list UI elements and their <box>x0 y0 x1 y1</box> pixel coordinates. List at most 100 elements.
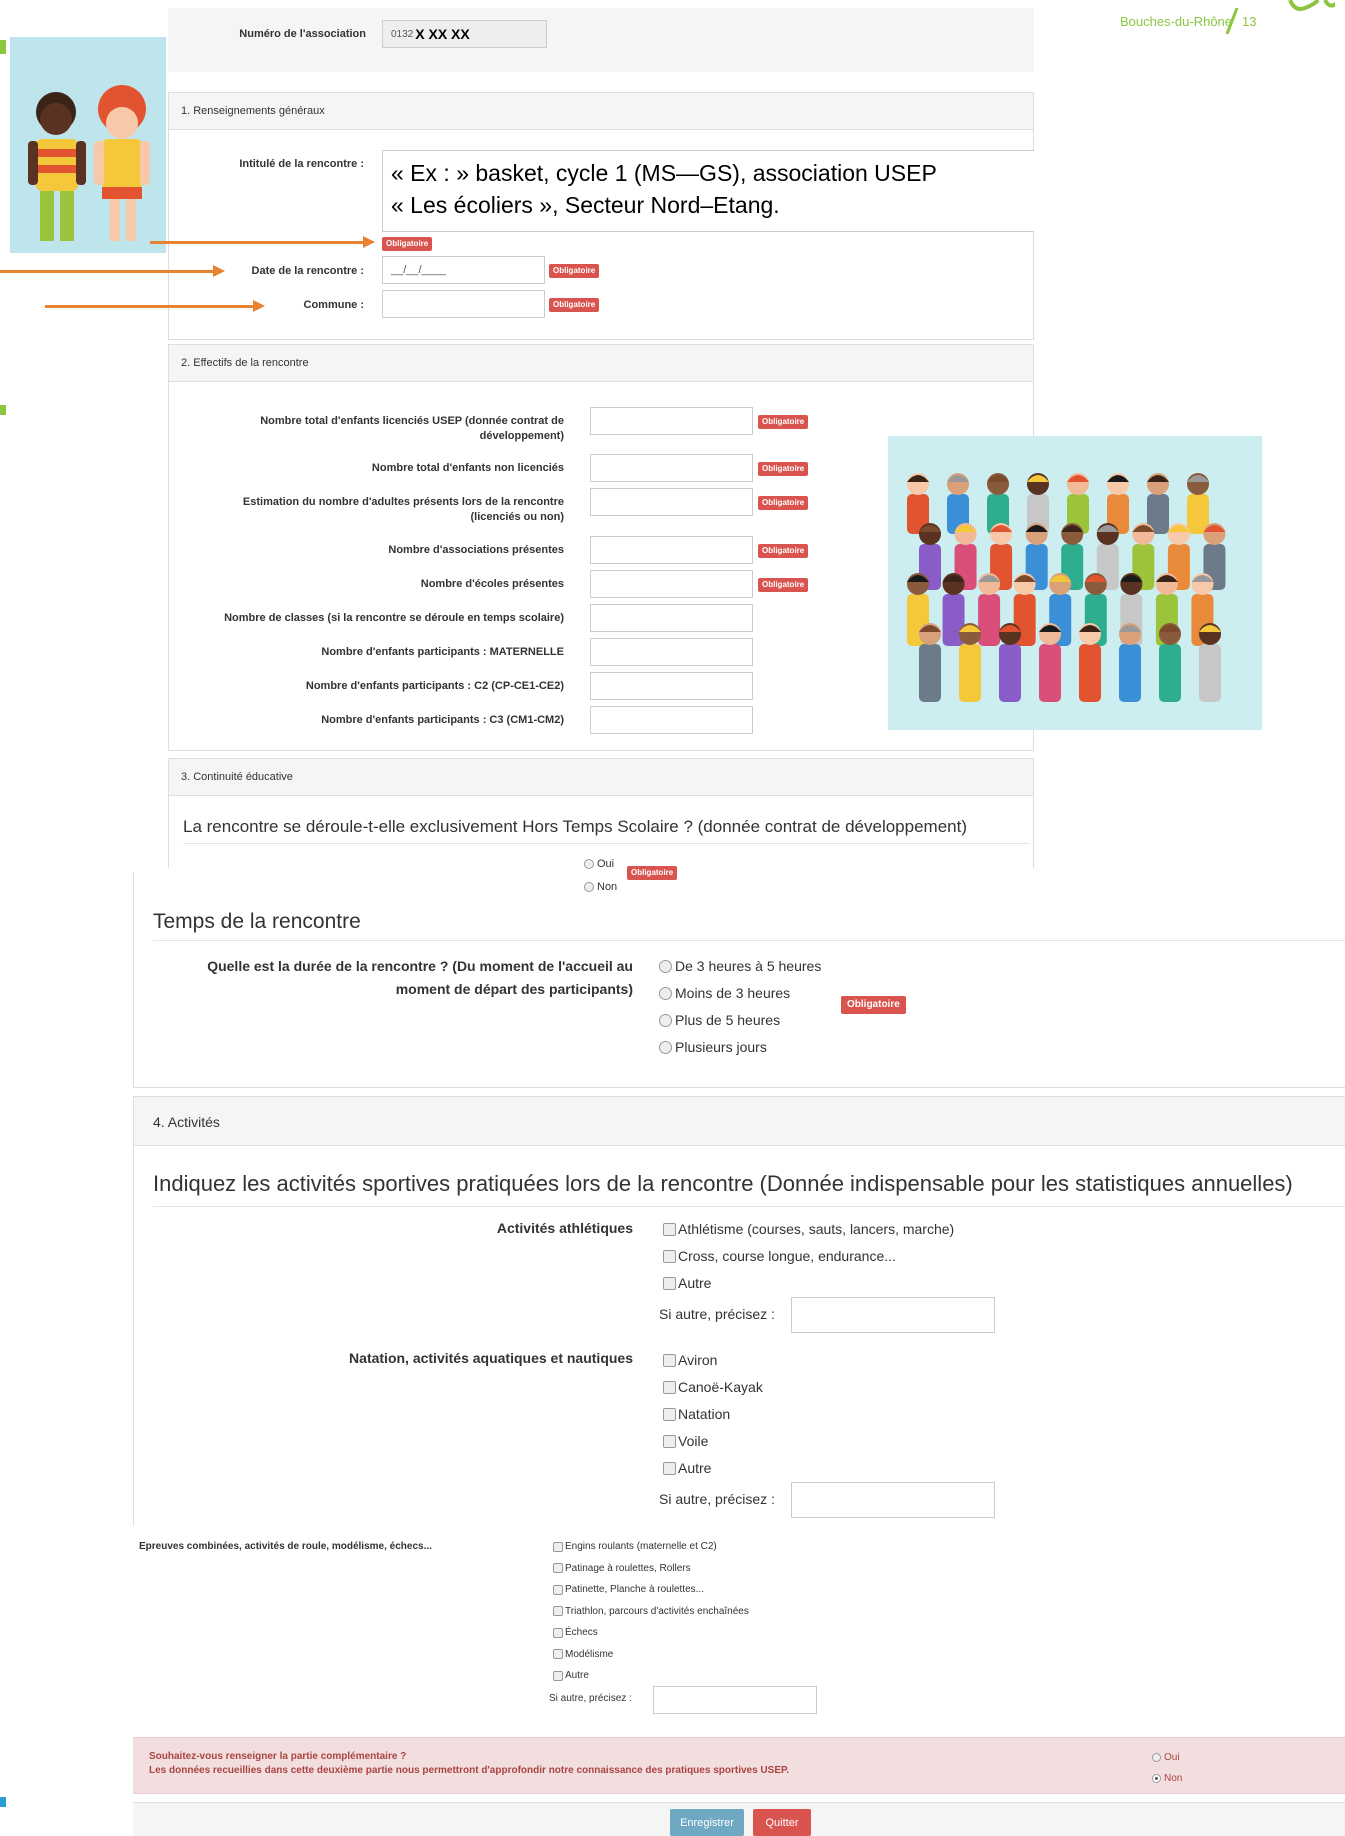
effectif-input[interactable] <box>590 407 753 435</box>
save-button[interactable]: Enregistrer <box>670 1809 744 1836</box>
duree-radio[interactable] <box>659 986 672 1000</box>
natation-checkbox[interactable] <box>663 1434 676 1448</box>
natation-option-label: Natation <box>678 1406 731 1422</box>
epreuves-checkbox[interactable] <box>553 1563 563 1573</box>
duree-radio[interactable] <box>659 1013 672 1027</box>
duree-radio[interactable] <box>659 959 672 973</box>
epreuves-option-label: Triathlon, parcours d'activités enchaîné… <box>565 1605 749 1617</box>
epreuves-checkbox[interactable] <box>553 1649 563 1659</box>
logo-slash-icon <box>1225 8 1239 34</box>
intitule-label: Intitulé de la rencontre : <box>239 158 364 170</box>
epreuves-label: Epreuves combinées, activités de roule, … <box>139 1541 432 1552</box>
left-decoration-mark <box>0 40 6 54</box>
complementary-non-radio[interactable] <box>1152 1774 1161 1783</box>
association-number-field[interactable]: 0132 X XX XX <box>382 20 547 48</box>
epreuves-option[interactable]: Triathlon, parcours d'activités enchaîné… <box>553 1606 749 1617</box>
epreuves-option[interactable]: Engins roulants (maternelle et C2) <box>553 1541 717 1552</box>
hors-temps-question: La rencontre se déroule-t-elle exclusive… <box>183 817 968 836</box>
section-effectifs-title: 2. Effectifs de la rencontre <box>168 344 1034 382</box>
crowd-illustration <box>888 436 1262 730</box>
association-number-label: Numéro de l'association <box>239 28 366 40</box>
date-label: Date de la rencontre : <box>251 265 364 277</box>
complementary-oui-label: Oui <box>1164 1752 1180 1763</box>
epreuves-option[interactable]: Échecs <box>553 1627 598 1638</box>
duree-question-line2: moment de départ des participants) <box>395 981 633 997</box>
commune-input[interactable] <box>382 290 545 318</box>
effectif-label-line1: Nombre d'enfants participants : C3 (CM1-… <box>321 714 564 726</box>
complementary-non-label: Non <box>1164 1773 1183 1784</box>
complementary-oui-radio[interactable] <box>1152 1753 1161 1762</box>
duree-option[interactable]: Plusieurs jours <box>659 1039 767 1055</box>
effectif-input[interactable] <box>590 672 753 700</box>
athletiques-option-label: Athlétisme (courses, sauts, lancers, mar… <box>678 1221 955 1237</box>
effectif-input[interactable] <box>590 638 753 666</box>
effectif-input[interactable] <box>590 604 753 632</box>
epreuves-checkbox[interactable] <box>553 1541 563 1552</box>
effectif-input[interactable] <box>590 536 753 564</box>
duree-radio[interactable] <box>659 1040 672 1054</box>
duree-option[interactable]: Moins de 3 heures <box>659 985 790 1001</box>
natation-option[interactable]: Voile <box>663 1433 708 1449</box>
epreuves-option[interactable]: Autre <box>553 1670 589 1681</box>
temps-panel-border <box>133 872 1345 1088</box>
athletiques-checkbox[interactable] <box>663 1276 676 1290</box>
effectif-input[interactable] <box>590 454 753 482</box>
left-decoration-mark <box>0 1797 6 1807</box>
natation-option[interactable]: Autre <box>663 1460 711 1476</box>
epreuves-option[interactable]: Modélisme <box>553 1649 613 1660</box>
epreuves-checkbox[interactable] <box>553 1606 563 1616</box>
crowd-person <box>919 623 941 702</box>
natation-checkbox[interactable] <box>663 1461 676 1475</box>
intitule-value-line2: « Les écoliers », Secteur Nord–Etang. <box>391 192 780 218</box>
athletiques-label: Activités athlétiques <box>496 1220 633 1236</box>
natation-option[interactable]: Natation <box>663 1406 730 1422</box>
activites-left-border <box>133 1146 134 1526</box>
natation-option-label: Canoë-Kayak <box>678 1379 763 1395</box>
effectif-input[interactable] <box>590 570 753 598</box>
epreuves-option[interactable]: Patinage à roulettes, Rollers <box>553 1563 691 1574</box>
intitule-textarea[interactable]: « Ex : » basket, cycle 1 (MS—GS), associ… <box>382 150 1034 232</box>
natation-option[interactable]: Canoë-Kayak <box>663 1379 763 1395</box>
complementary-line2: Les données recueillies dans cette deuxi… <box>149 1765 790 1776</box>
natation-checkbox[interactable] <box>663 1353 676 1367</box>
athletiques-checkbox[interactable] <box>663 1222 676 1236</box>
section-activites-head <box>133 1096 1345 1146</box>
epreuves-checkbox[interactable] <box>553 1670 563 1681</box>
natation-checkbox[interactable] <box>663 1407 676 1421</box>
crowd-person <box>1199 623 1221 702</box>
effectif-required-badge: Obligatoire <box>758 415 809 429</box>
section-continuite-title: 3. Continuité éducative <box>168 758 1034 796</box>
athletiques-option[interactable]: Athlétisme (courses, sauts, lancers, mar… <box>663 1221 954 1237</box>
effectif-input[interactable] <box>590 488 753 516</box>
effectif-label-line1: Estimation du nombre d'adultes présents … <box>242 496 564 508</box>
quit-button[interactable]: Quitter <box>753 1809 811 1836</box>
duree-option[interactable]: De 3 heures à 5 heures <box>659 958 821 974</box>
date-input[interactable]: __/__/____ <box>382 256 545 284</box>
epreuves-checkbox[interactable] <box>553 1584 563 1595</box>
crowd-person <box>959 623 981 702</box>
complementary-oui-option[interactable]: Oui <box>1152 1752 1180 1763</box>
kids-illustration <box>10 37 166 253</box>
complementary-non-option[interactable]: Non <box>1152 1773 1182 1784</box>
epreuves-checkbox[interactable] <box>553 1627 563 1638</box>
natation-si-autre-input[interactable] <box>791 1482 995 1518</box>
effectif-input[interactable] <box>590 706 753 734</box>
athletiques-si-autre-input[interactable] <box>791 1297 995 1333</box>
hors-temps-oui-radio[interactable] <box>584 859 594 869</box>
logo-region-text: Bouches-du-Rhône <box>1120 14 1233 29</box>
natation-checkbox[interactable] <box>663 1380 676 1394</box>
epreuves-option-label: Patinette, Planche à roulettes... <box>565 1584 704 1595</box>
pointer-arrow <box>150 236 375 248</box>
athletiques-option[interactable]: Cross, course longue, endurance... <box>663 1248 896 1264</box>
crowd-person <box>1159 623 1181 702</box>
epreuves-option[interactable]: Patinette, Planche à roulettes... <box>553 1584 704 1595</box>
athletiques-option[interactable]: Autre <box>663 1275 711 1291</box>
hors-temps-oui-option[interactable]: Oui <box>584 858 614 870</box>
epreuves-si-autre-input[interactable] <box>653 1686 817 1714</box>
athletiques-checkbox[interactable] <box>663 1249 676 1263</box>
effectif-label-line1: Nombre d'associations présentes <box>388 544 564 556</box>
effectif-required-badge: Obligatoire <box>758 496 809 510</box>
duree-option[interactable]: Plus de 5 heures <box>659 1012 780 1028</box>
duree-option-label: Plusieurs jours <box>675 1039 767 1055</box>
natation-option[interactable]: Aviron <box>663 1352 717 1368</box>
